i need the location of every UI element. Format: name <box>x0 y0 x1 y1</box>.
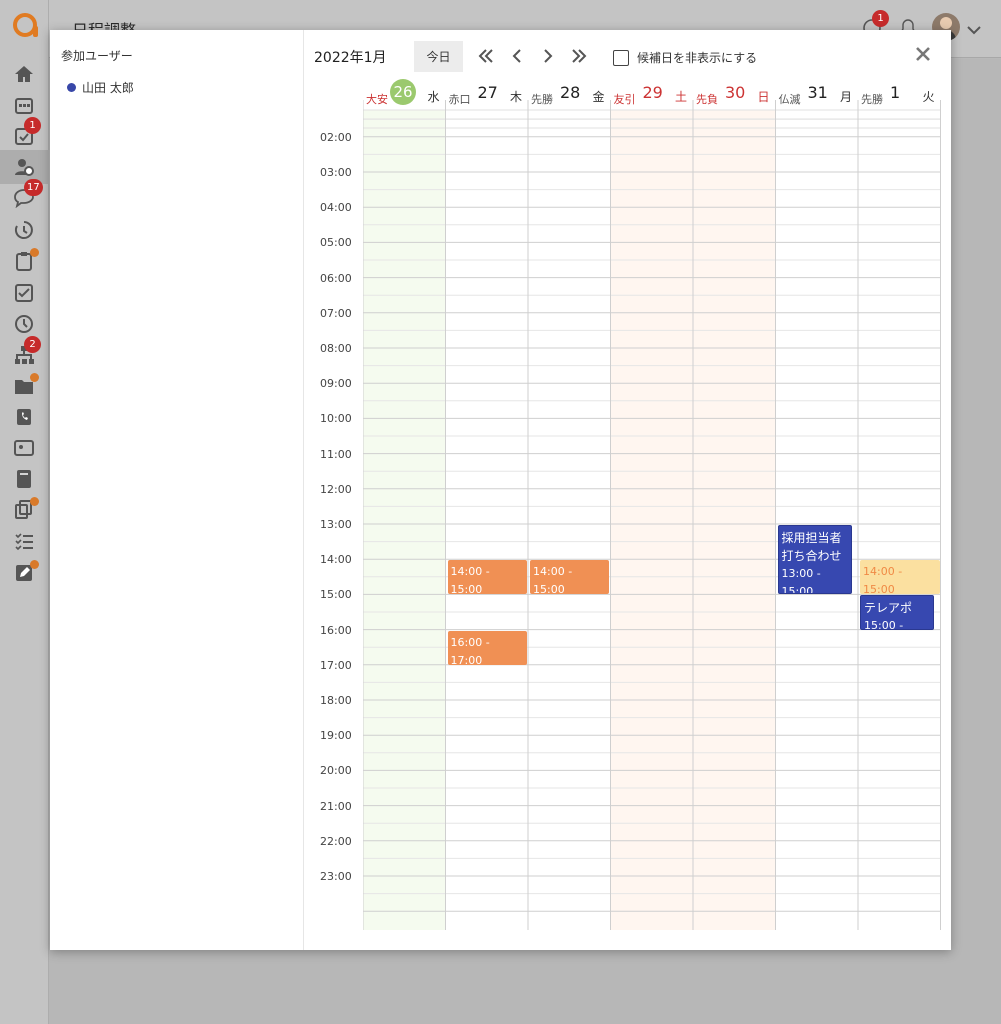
event-time: 16:00 - 17:00 <box>450 635 490 665</box>
time-label: 09:00 <box>320 377 352 391</box>
user-schedule-icon[interactable] <box>0 150 49 184</box>
calendar-icon[interactable] <box>14 95 34 115</box>
prev-week-double-icon[interactable] <box>476 46 496 66</box>
time-label: 18:00 <box>320 694 352 707</box>
hide-candidates-label: 候補日を非表示にする <box>637 51 758 65</box>
chat-badge: 17 <box>24 179 43 196</box>
hide-candidates-toggle[interactable]: 候補日を非表示にする <box>613 49 757 66</box>
time-label: 16:00 <box>320 623 352 637</box>
time-label: 23:00 <box>320 870 352 883</box>
edit-icon[interactable] <box>14 560 39 583</box>
checklist-icon[interactable] <box>14 531 34 551</box>
event-time: 14:00 - 15:00 <box>533 565 573 595</box>
time-label: 02:00 <box>320 130 352 144</box>
app-logo[interactable] <box>13 13 38 37</box>
event-time: 14:00 - 15:00 <box>863 565 903 595</box>
clipboard-icon[interactable] <box>14 248 39 271</box>
time-label: 22:00 <box>320 834 352 848</box>
time-label: 06:00 <box>320 271 352 285</box>
today-button[interactable]: 今日 <box>414 41 463 72</box>
weekend-column <box>610 110 693 930</box>
event-block[interactable]: 16:00 - 17:00 <box>447 630 527 665</box>
time-label: 04:00 <box>320 201 352 215</box>
event-block[interactable]: テレアポ 15:00 - 16:00 <box>860 595 934 630</box>
task-check-badge: 1 <box>24 117 41 134</box>
participant-color-dot <box>67 83 76 92</box>
event-time: 14:00 - 15:00 <box>450 565 490 595</box>
weekend-column <box>693 110 776 930</box>
book-icon[interactable] <box>14 469 34 489</box>
time-label: 13:00 <box>320 518 352 531</box>
chevron-down-icon[interactable] <box>964 20 984 40</box>
month-title: 2022年1月 <box>314 50 387 66</box>
hide-candidates-checkbox[interactable] <box>613 49 629 66</box>
home-icon[interactable] <box>14 64 34 84</box>
chat-icon[interactable]: 17 <box>14 179 43 209</box>
today-column <box>363 110 446 930</box>
history-icon[interactable] <box>14 220 34 240</box>
time-label: 19:00 <box>320 729 352 743</box>
checkbox-icon[interactable] <box>14 283 34 303</box>
time-label: 12:00 <box>320 482 352 496</box>
notification-dot <box>30 248 39 257</box>
header-badge: 1 <box>872 10 889 27</box>
folder-icon[interactable] <box>14 373 39 396</box>
time-label: 14:00 <box>320 553 352 567</box>
app-sidebar: 1 17 2 <box>0 0 49 1024</box>
event-block[interactable]: 採用担当者打ち合わせ 13:00 - 15:00 <box>777 525 852 595</box>
participants-panel: 参加ユーザー 山田 太郎 <box>50 30 304 950</box>
notification-dot <box>30 373 39 382</box>
time-label: 03:00 <box>320 166 352 179</box>
close-icon[interactable] <box>914 45 932 63</box>
next-day-icon[interactable] <box>538 46 558 66</box>
task-check-icon[interactable]: 1 <box>14 117 41 146</box>
phone-book-icon[interactable] <box>14 407 34 427</box>
event-block[interactable]: 14:00 - 15:00 <box>447 560 527 595</box>
copy-icon[interactable] <box>14 497 39 520</box>
time-label: 17:00 <box>320 658 352 672</box>
week-calendar: 大安 26 水赤口 27 木先勝 28 金友引 29 土先負 30 日仏滅 31 月先勝 1 火 14:00… <box>363 79 941 930</box>
event-block[interactable]: 14:00 - 15:00 <box>860 560 940 595</box>
participant-item[interactable]: 山田 太郎 <box>67 79 134 96</box>
time-label: 11:00 <box>320 447 352 461</box>
time-label: 15:00 <box>320 588 352 602</box>
org-chart-icon[interactable]: 2 <box>14 336 41 365</box>
participant-name: 山田 太郎 <box>82 81 134 95</box>
org-chart-badge: 2 <box>24 336 41 353</box>
event-title: テレアポ <box>864 601 913 616</box>
event-time: 15:00 - 16:00 <box>864 619 904 630</box>
time-label: 08:00 <box>320 342 352 355</box>
contact-card-icon[interactable] <box>14 438 34 458</box>
time-label: 07:00 <box>320 306 352 320</box>
notification-dot <box>30 560 39 569</box>
notification-dot <box>30 497 39 506</box>
event-title: 採用担当者打ち合わせ <box>781 531 842 563</box>
prev-day-icon[interactable] <box>507 46 527 66</box>
event-block[interactable]: 14:00 - 15:00 <box>530 560 609 595</box>
clock-icon[interactable] <box>14 314 34 334</box>
time-label: 05:00 <box>320 236 352 250</box>
participants-title: 参加ユーザー <box>61 49 133 63</box>
event-time: 13:00 - 15:00 <box>781 567 821 595</box>
time-label: 21:00 <box>320 799 352 813</box>
schedule-modal: 参加ユーザー 山田 太郎 2022年1月 今日 候補日を非表示にする 02:00… <box>50 30 951 950</box>
time-label: 10:00 <box>320 412 352 426</box>
time-label: 20:00 <box>320 764 352 778</box>
calendar-grid <box>363 100 941 930</box>
next-week-double-icon[interactable] <box>569 46 589 66</box>
